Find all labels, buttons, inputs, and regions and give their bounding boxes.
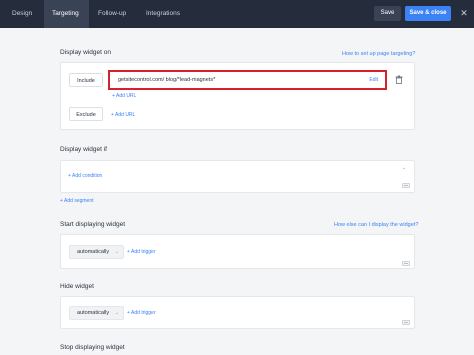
start-trigger-select[interactable]: automatically ⌄ <box>69 245 124 259</box>
save-button[interactable]: Save <box>374 6 401 21</box>
top-bar: Design Targeting Follow-up Integrations … <box>0 0 474 28</box>
hide-trigger-select[interactable]: automatically ⌄ <box>69 306 124 320</box>
resize-handle-icon[interactable] <box>402 183 410 188</box>
close-icon[interactable]: ✕ <box>459 7 469 19</box>
hide-add-trigger-link[interactable]: + Add trigger <box>127 310 156 316</box>
display-if-card <box>60 160 415 193</box>
include-url-field[interactable]: getsitecontrol.com/ blog/*lead-magnets* … <box>108 70 387 90</box>
tab-follow-up[interactable]: Follow-up <box>98 0 138 28</box>
chevron-down-icon: ⌄ <box>114 310 119 316</box>
add-include-url-link[interactable]: + Add URL <box>112 93 136 99</box>
display-on-title: Display widget on <box>60 49 111 56</box>
hide-widget-title: Hide widget <box>60 283 94 290</box>
add-exclude-url-link[interactable]: + Add URL <box>111 112 135 118</box>
tab-integrations[interactable]: Integrations <box>146 0 196 28</box>
resize-handle-icon[interactable] <box>402 320 410 325</box>
tab-design[interactable]: Design <box>0 0 41 28</box>
hide-trigger-select-value: automatically <box>77 310 110 316</box>
start-add-trigger-link[interactable]: + Add trigger <box>127 249 156 255</box>
exclude-button[interactable]: Exclude <box>69 107 103 121</box>
chevron-down-icon[interactable]: ⌄ <box>402 165 406 171</box>
resize-handle-icon[interactable] <box>402 261 410 266</box>
save-close-button[interactable]: Save & close <box>405 6 451 21</box>
add-segment-link[interactable]: + Add segment <box>60 198 94 204</box>
tab-targeting[interactable]: Targeting <box>44 0 89 28</box>
include-button[interactable]: Include <box>69 73 103 87</box>
chevron-down-icon: ⌄ <box>114 249 119 255</box>
add-condition-link[interactable]: + Add condition <box>68 173 102 179</box>
display-help-link[interactable]: How else can I display the widget? <box>334 222 418 228</box>
include-url-value: getsitecontrol.com/ blog/*lead-magnets* <box>118 77 216 83</box>
start-displaying-title: Start displaying widget <box>60 221 126 228</box>
trash-icon[interactable] <box>395 75 403 84</box>
stop-displaying-title: Stop displaying widget <box>60 344 125 351</box>
edit-url-link[interactable]: Edit <box>369 77 378 83</box>
start-trigger-select-value: automatically <box>77 249 110 255</box>
display-if-title: Display widget if <box>60 146 107 153</box>
page-targeting-help-link[interactable]: How to set up page targeting? <box>342 51 415 57</box>
